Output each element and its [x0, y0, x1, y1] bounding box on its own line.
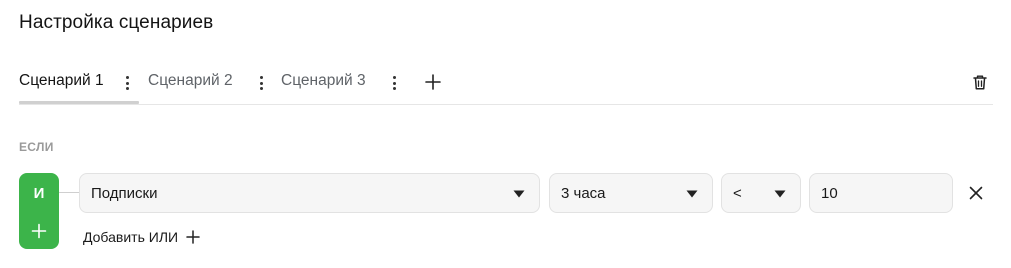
tab-scenario-2-menu-icon[interactable]: [256, 74, 266, 92]
add-or-label: Добавить ИЛИ: [83, 229, 179, 245]
tab-scenario-1-menu-icon[interactable]: [122, 74, 132, 92]
page-title: Настройка сценариев: [19, 12, 214, 33]
plus-icon: [31, 223, 47, 239]
tab-scenario-2[interactable]: Сценарий 2: [148, 72, 233, 90]
comparison-select[interactable]: <: [721, 173, 801, 213]
threshold-value-input[interactable]: 10: [809, 173, 953, 213]
threshold-value: 10: [821, 184, 838, 202]
tab-scenario-1[interactable]: Сценарий 1: [19, 72, 104, 90]
logic-operator-toggle[interactable]: И: [19, 173, 59, 213]
scenario-tabs: Сценарий 1 Сценарий 2 Сценарий 3: [19, 66, 993, 105]
tab-scenario-3[interactable]: Сценарий 3: [281, 72, 366, 90]
condition-connector-line: [59, 192, 80, 193]
add-tab-plus-icon[interactable]: [424, 73, 442, 91]
period-select-value: 3 часа: [561, 184, 606, 202]
metric-select[interactable]: Подписки: [79, 173, 540, 213]
remove-condition-close-icon[interactable]: [968, 185, 984, 201]
delete-scenario-trash-icon[interactable]: [972, 74, 988, 91]
caret-down-icon: [774, 190, 786, 198]
tab-scenario-3-menu-icon[interactable]: [389, 74, 399, 92]
caret-down-icon: [513, 190, 525, 198]
active-tab-indicator: [19, 101, 139, 104]
plus-icon: [186, 230, 200, 244]
metric-select-value: Подписки: [91, 184, 158, 202]
condition-section-label: ЕСЛИ: [19, 140, 54, 154]
period-select[interactable]: 3 часа: [549, 173, 713, 213]
caret-down-icon: [686, 190, 698, 198]
logic-operator-block: И: [19, 173, 59, 249]
add-and-condition-button[interactable]: [19, 213, 59, 249]
add-or-condition-button[interactable]: Добавить ИЛИ: [83, 229, 200, 245]
comparison-select-value: <: [733, 184, 742, 202]
